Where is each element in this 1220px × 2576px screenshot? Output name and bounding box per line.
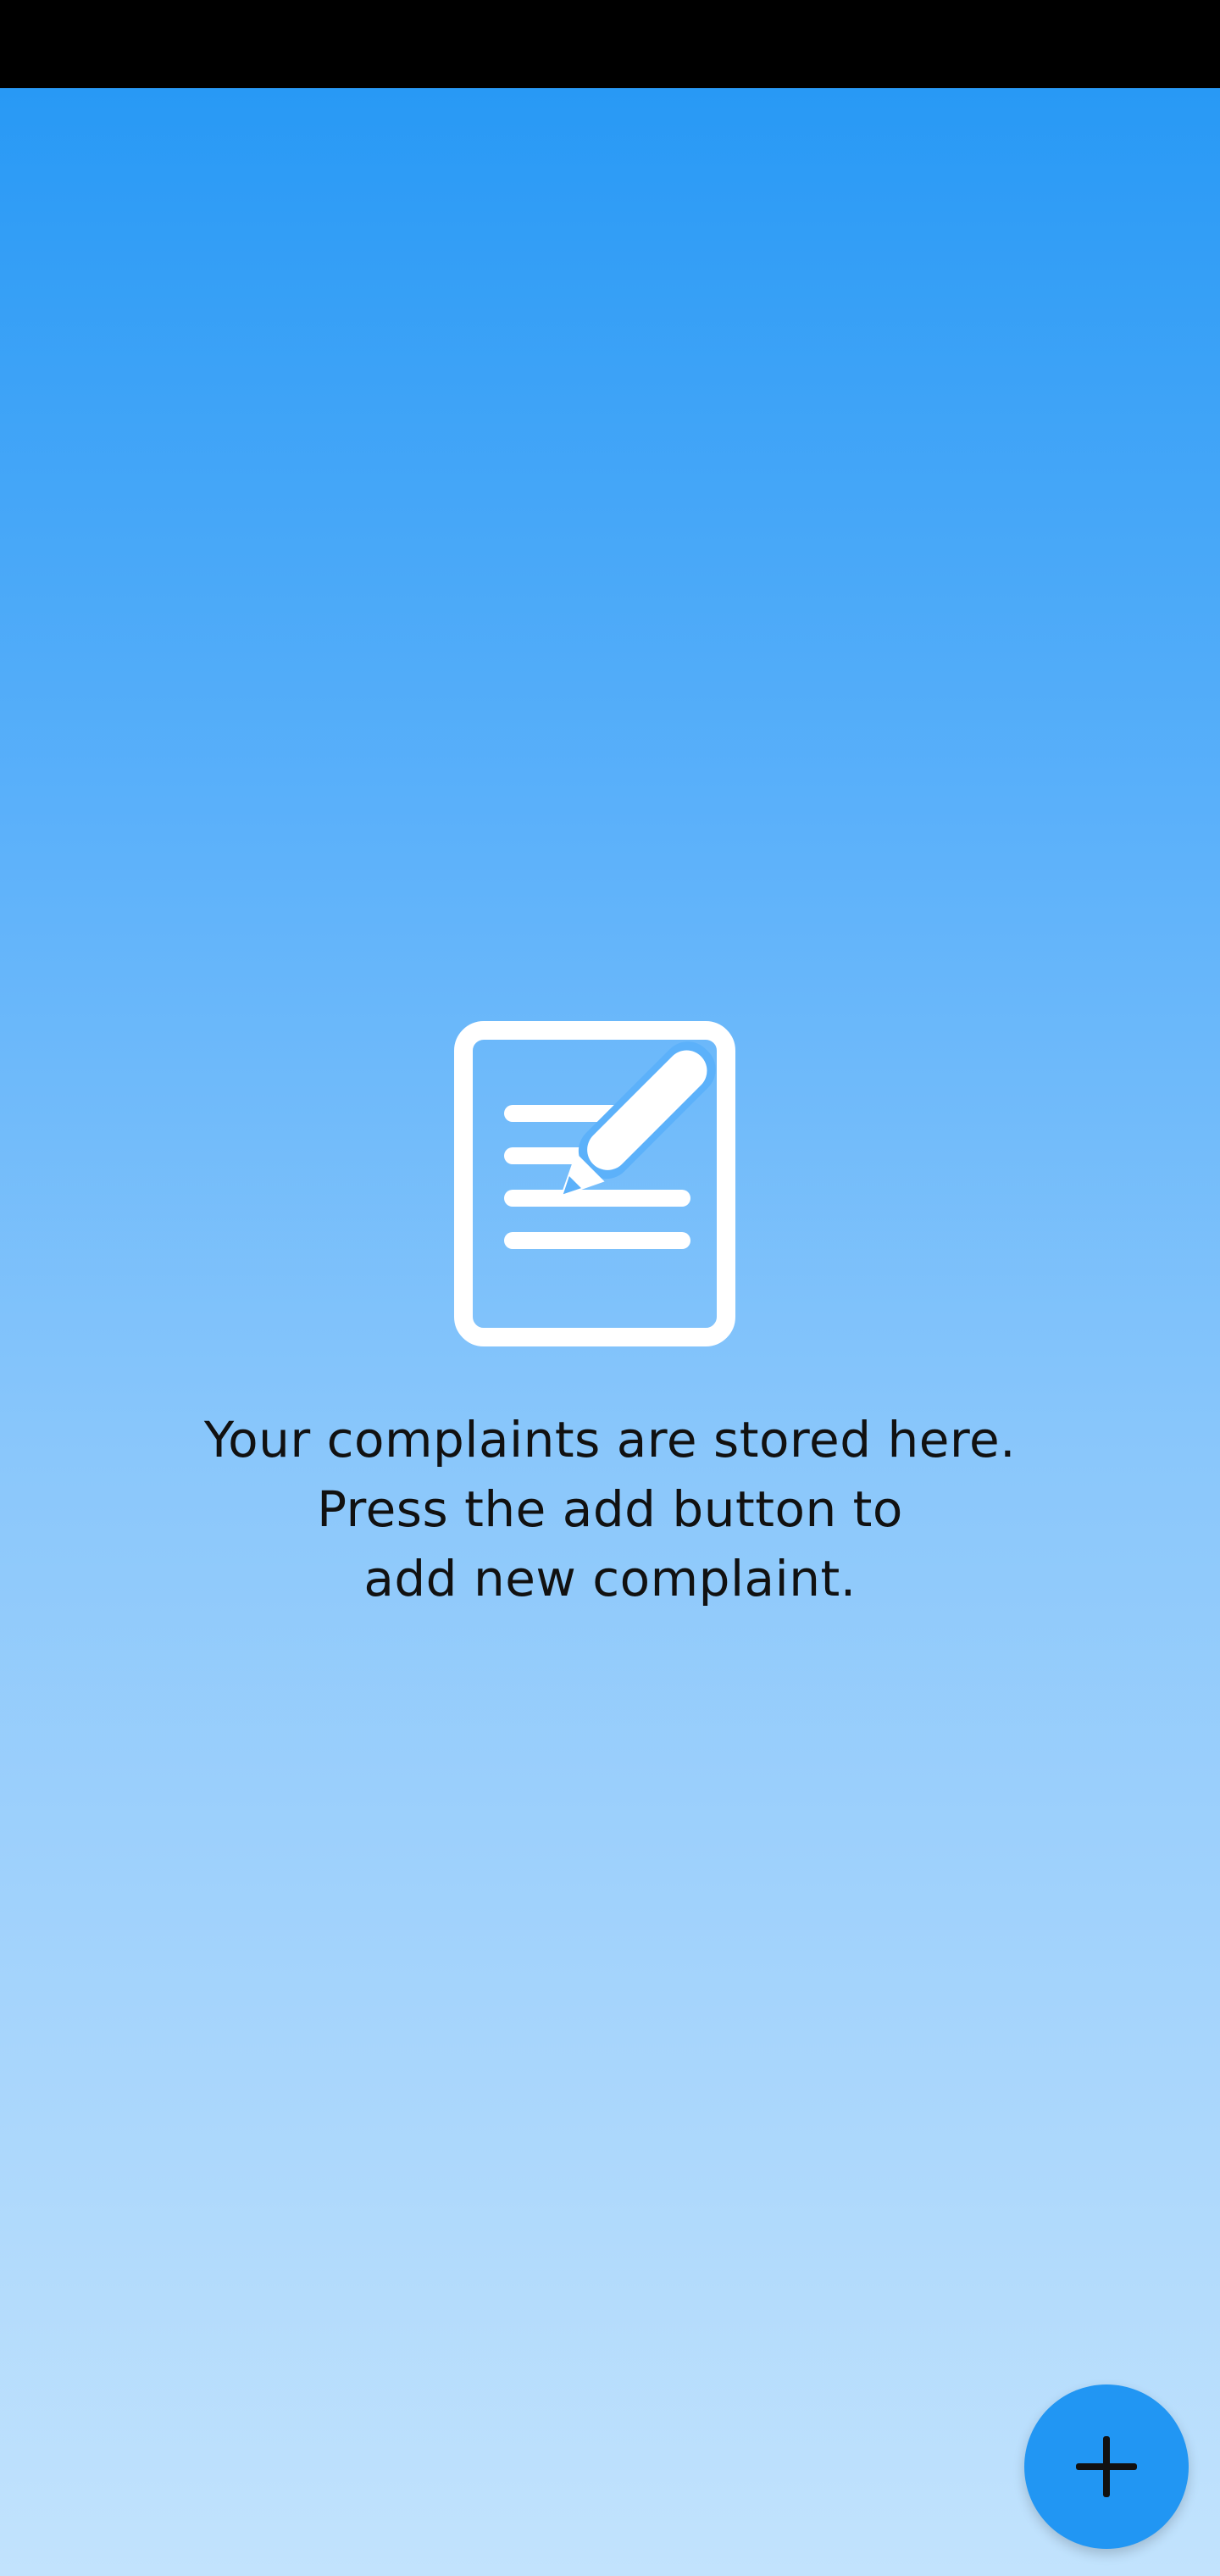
empty-state-line: Press the add button to (317, 1480, 903, 1538)
status-bar (0, 0, 1220, 88)
empty-state-line: Your complaints are stored here. (203, 1411, 1017, 1468)
empty-state-line: add new complaint. (363, 1550, 857, 1607)
add-complaint-button[interactable] (1024, 2384, 1189, 2549)
plus-icon (1076, 2436, 1137, 2497)
empty-state: Your complaints are stored here. Press t… (0, 1020, 1220, 1613)
complaints-screen: Your complaints are stored here. Press t… (0, 88, 1220, 2576)
document-edit-icon (454, 1021, 735, 1346)
empty-state-message: Your complaints are stored here. Press t… (144, 1405, 1076, 1613)
